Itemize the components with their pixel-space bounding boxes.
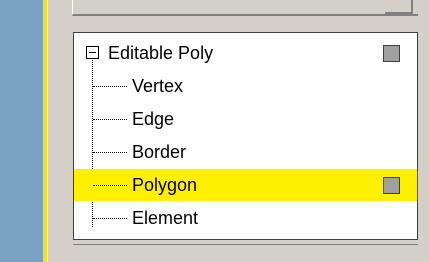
subobject-label: Border — [132, 142, 187, 162]
viewport-edge — [0, 0, 43, 262]
subobject-toggle-icon[interactable] — [383, 177, 400, 194]
modifier-stack-list[interactable]: Editable Poly Vertex Edge Border Polygon… — [73, 32, 418, 240]
subobject-label: Element — [132, 208, 199, 228]
stack-item-label: Editable Poly — [108, 43, 214, 63]
stack-toolbar-area — [73, 245, 418, 262]
subobject-label: Edge — [132, 109, 175, 129]
subobject-edge[interactable]: Edge — [74, 103, 417, 135]
command-panel-edge — [47, 0, 74, 262]
modifier-toggle-icon[interactable] — [383, 45, 400, 62]
tree-branch-line — [93, 218, 127, 219]
tree-branch-line — [93, 86, 127, 87]
subobject-element[interactable]: Element — [74, 202, 417, 234]
subobject-label: Vertex — [132, 76, 184, 96]
panel-right-edge — [418, 0, 429, 262]
dropdown-arrow-box[interactable] — [385, 0, 413, 14]
modifier-list-dropdown[interactable] — [72, 0, 421, 16]
subobject-border[interactable]: Border — [74, 136, 417, 168]
tree-branch-line — [93, 119, 127, 120]
tree-branch-line — [93, 185, 127, 186]
collapse-icon[interactable] — [86, 46, 99, 59]
subobject-vertex[interactable]: Vertex — [74, 70, 417, 102]
subobject-polygon[interactable]: Polygon — [74, 169, 417, 201]
stack-item-editable-poly[interactable]: Editable Poly — [74, 37, 417, 69]
tree-branch-line — [93, 152, 127, 153]
subobject-label: Polygon — [132, 175, 198, 195]
